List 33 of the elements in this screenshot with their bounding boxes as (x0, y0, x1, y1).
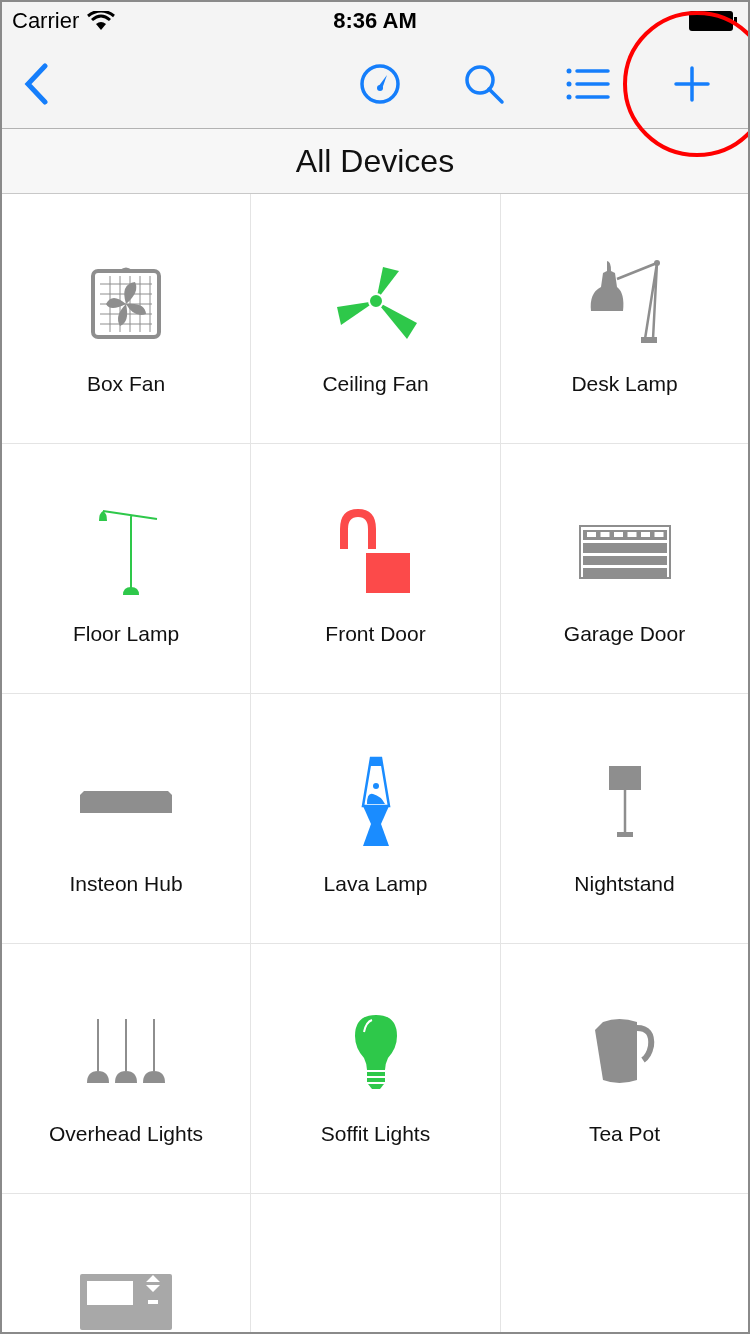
list-icon (566, 67, 610, 101)
device-tile[interactable]: Overhead Lights (2, 944, 251, 1194)
wifi-icon (87, 11, 116, 31)
device-name: Desk Lamp (571, 372, 678, 396)
status-time: 8:36 AM (333, 8, 417, 34)
page-title: All Devices (295, 142, 455, 180)
device-tile[interactable]: Insteon Hub (2, 694, 251, 944)
back-chevron-icon (23, 63, 49, 105)
device-tile[interactable]: Ceiling Fan (251, 194, 501, 444)
device-name: Front Door (325, 622, 426, 646)
device-tile[interactable]: Floor Lamp (2, 444, 251, 694)
device-tile[interactable]: Garage Door (501, 444, 748, 694)
device-tile[interactable]: Nightstand (501, 694, 748, 944)
device-tile[interactable]: Soffit Lights (251, 944, 501, 1194)
device-tile[interactable]: Tea Pot (501, 944, 748, 1194)
device-tile[interactable]: Lava Lamp (251, 694, 501, 944)
carrier-label: Carrier (12, 8, 80, 34)
device-name: Garage Door (563, 622, 686, 646)
device-tile[interactable]: Desk Lamp (501, 194, 748, 444)
device-name: Box Fan (86, 372, 166, 396)
device-tile[interactable]: Box Fan (2, 194, 251, 444)
gauge-icon (358, 62, 402, 106)
device-name: Nightstand (574, 872, 675, 896)
plus-icon (674, 66, 710, 102)
search-icon (462, 62, 506, 106)
device-name: Insteon Hub (69, 872, 183, 896)
device-name: Tea Pot (588, 1122, 661, 1146)
device-name: Soffit Lights (320, 1122, 431, 1146)
device-name: Floor Lamp (72, 622, 180, 646)
device-tile[interactable]: Front Door (251, 444, 501, 694)
device-name: Overhead Lights (48, 1122, 204, 1146)
device-name: Lava Lamp (323, 872, 428, 896)
device-name: Ceiling Fan (322, 372, 429, 396)
